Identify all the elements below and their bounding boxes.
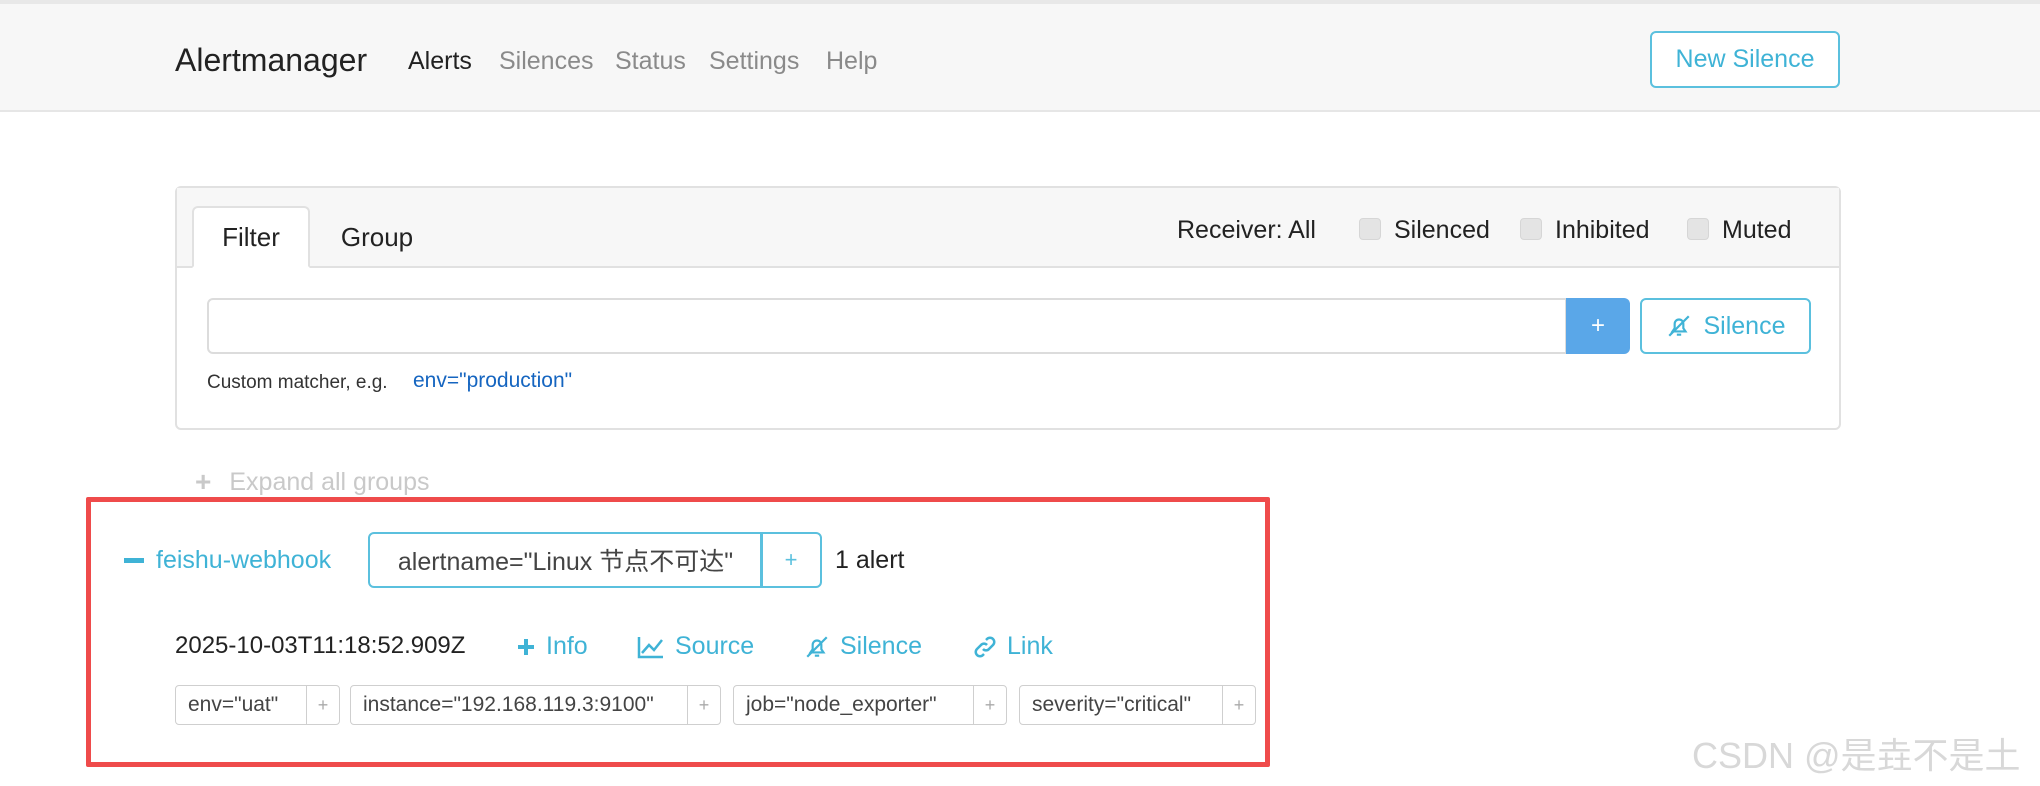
label-env-add-button[interactable]: + [306,686,339,724]
silence-alert-label: Silence [840,632,922,660]
matcher-example[interactable]: env="production" [413,369,572,393]
label-pill-instance: instance="192.168.119.3:9100" + [350,685,721,725]
silenced-label[interactable]: Silenced [1394,216,1490,245]
tab-filter[interactable]: Filter [192,206,310,268]
group-matcher-label[interactable]: alertname="Linux 节点不可达" [368,532,763,588]
receiver-select[interactable]: Receiver: All [1177,216,1316,245]
silence-filter-label: Silence [1703,311,1786,340]
csdn-watermark: CSDN @是垚不是土 [1692,735,2021,776]
plus-icon: + [195,466,212,497]
label-severity[interactable]: severity="critical" [1020,686,1222,724]
nav-help[interactable]: Help [826,47,877,76]
label-env[interactable]: env="uat" [176,686,306,724]
alert-count: 1 alert [835,546,905,574]
new-silence-button[interactable]: New Silence [1650,31,1840,88]
bell-slash-icon [806,635,828,658]
group-matcher-add-button[interactable]: + [760,532,822,588]
label-instance-add-button[interactable]: + [687,686,720,724]
silence-alert-button[interactable]: Silence [804,632,922,661]
label-pill-job: job="node_exporter" + [733,685,1007,725]
matcher-hint: Custom matcher, e.g. [207,372,388,393]
top-navbar: Alertmanager Alerts Silences Status Sett… [0,0,2040,112]
source-button[interactable]: Source [637,632,754,661]
group-collapse-toggle[interactable]: feishu-webhook [124,546,331,575]
silence-filter-button[interactable]: Silence [1640,298,1811,354]
source-label: Source [675,632,755,660]
chart-line-icon [637,636,663,658]
filter-card-header: Filter Group Receiver: All Silenced Inhi… [177,188,1839,268]
nav-status[interactable]: Status [615,47,686,76]
info-button[interactable]: Info [516,632,588,661]
nav-silences[interactable]: Silences [499,47,594,76]
filter-card: Filter Group Receiver: All Silenced Inhi… [175,186,1841,430]
inhibited-checkbox[interactable] [1520,218,1542,240]
link-icon [974,636,996,657]
add-filter-button[interactable]: + [1566,298,1630,354]
muted-checkbox[interactable] [1687,218,1709,240]
bell-slash-icon [1667,315,1690,337]
nav-alerts[interactable]: Alerts [408,47,472,76]
label-job-add-button[interactable]: + [973,686,1006,724]
tab-group[interactable]: Group [317,206,437,268]
alert-timestamp: 2025-10-03T11:18:52.909Z [175,632,466,659]
brand-logo[interactable]: Alertmanager [175,42,367,79]
minus-icon [124,558,144,563]
expand-all-groups[interactable]: + Expand all groups [195,466,430,498]
label-pill-severity: severity="critical" + [1019,685,1256,725]
nav-settings[interactable]: Settings [709,47,799,76]
label-severity-add-button[interactable]: + [1222,686,1255,724]
muted-label[interactable]: Muted [1722,216,1791,245]
plus-icon [518,638,534,655]
label-pill-env: env="uat" + [175,685,340,725]
filter-input[interactable] [207,298,1567,354]
inhibited-label[interactable]: Inhibited [1555,216,1650,245]
label-job[interactable]: job="node_exporter" [734,686,973,724]
expand-all-label: Expand all groups [229,467,430,496]
info-label: Info [546,632,588,660]
silenced-checkbox[interactable] [1359,218,1381,240]
link-button[interactable]: Link [973,632,1053,661]
link-label: Link [1007,632,1053,660]
label-instance[interactable]: instance="192.168.119.3:9100" [351,686,687,724]
group-receiver: feishu-webhook [156,546,332,574]
